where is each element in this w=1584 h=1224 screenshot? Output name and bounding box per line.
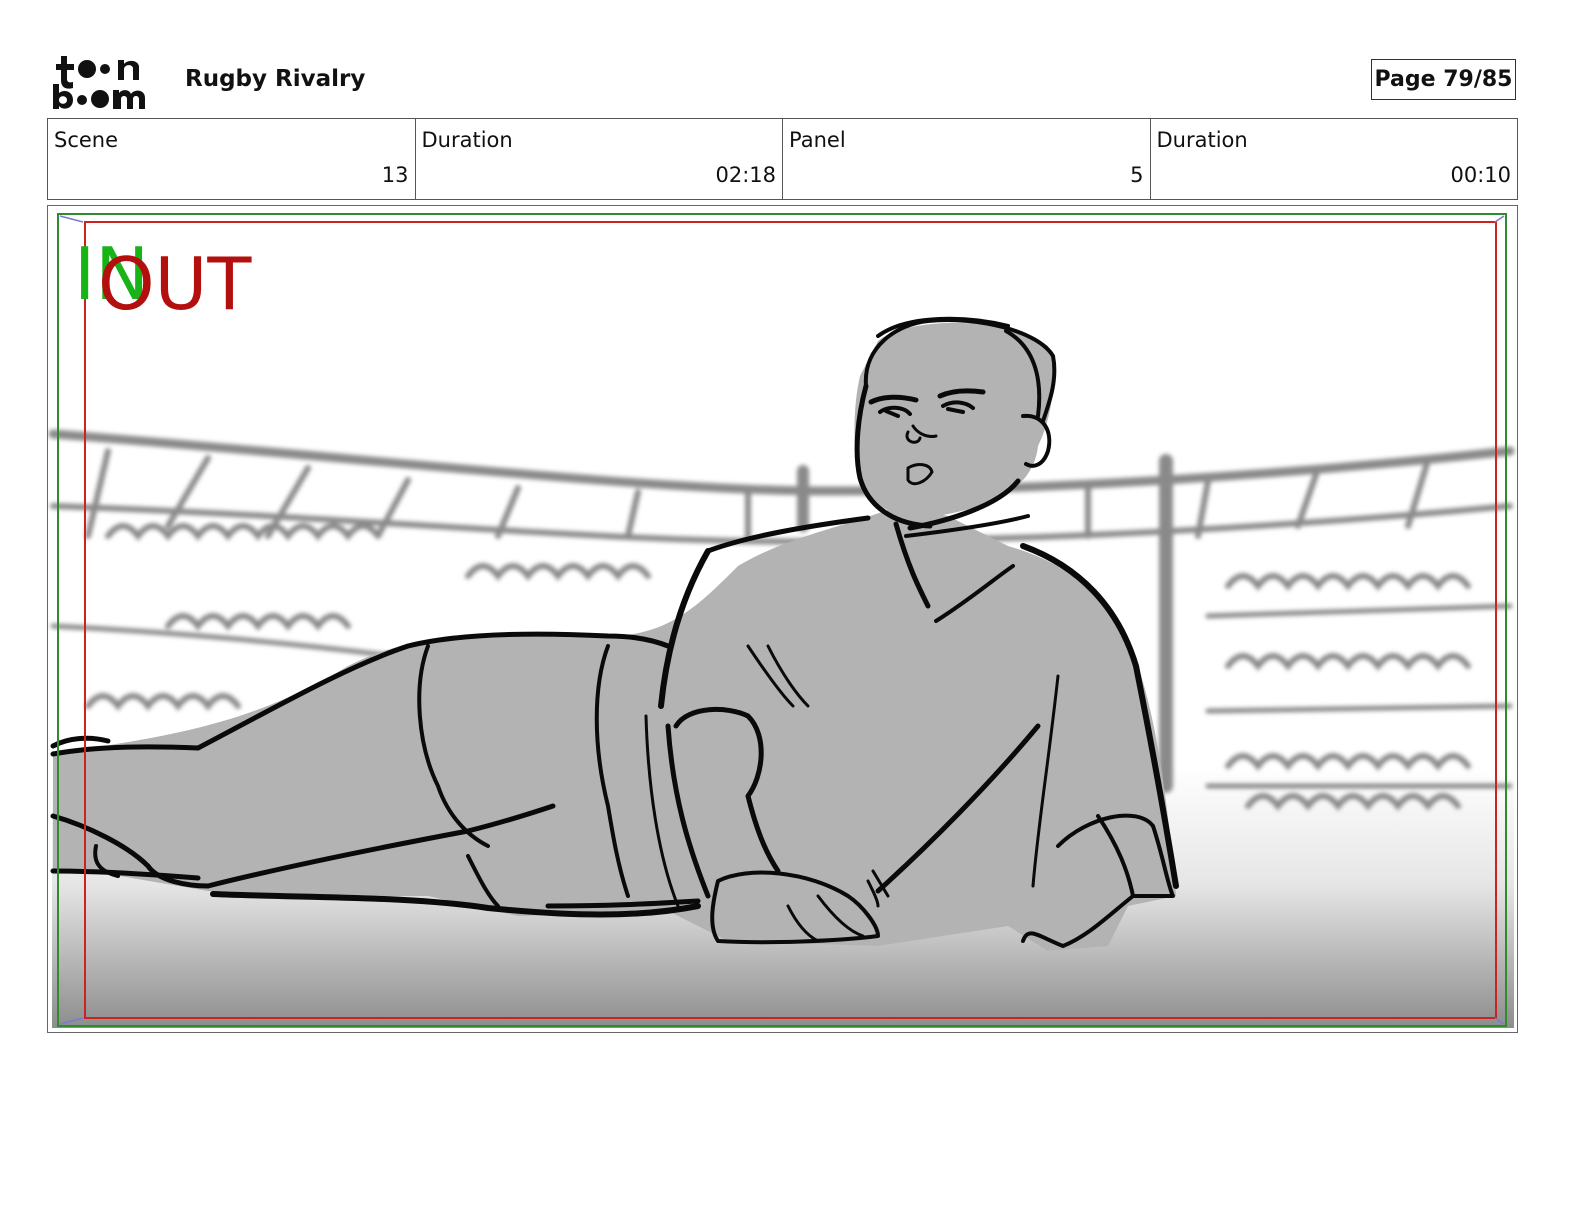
scene-value: 13	[381, 163, 409, 187]
scene-label: Scene	[54, 128, 119, 152]
storyboard-panel: IN OUT	[47, 205, 1518, 1033]
scene-duration-cell: Duration 02:18	[416, 119, 783, 199]
scene-duration-label: Duration	[421, 128, 513, 152]
scene-cell: Scene 13	[48, 119, 416, 199]
panel-drawing	[48, 213, 1515, 1028]
rugby-player-figure	[50, 316, 1179, 951]
page-indicator: Page 79/85	[1371, 59, 1516, 100]
panel-duration-cell: Duration 00:10	[1151, 119, 1518, 199]
panel-label: Panel	[789, 128, 846, 152]
toon-boom-logo	[51, 52, 163, 110]
panel-duration-value: 00:10	[1450, 163, 1511, 187]
panel-duration-label: Duration	[1156, 128, 1248, 152]
project-title: Rugby Rivalry	[185, 66, 366, 92]
scene-info-table: Scene 13 Duration 02:18 Panel 5 Duration…	[47, 118, 1518, 200]
scene-duration-value: 02:18	[715, 163, 776, 187]
panel-value: 5	[1130, 163, 1144, 187]
panel-cell: Panel 5	[783, 119, 1151, 199]
out-marker: OUT	[98, 242, 252, 326]
